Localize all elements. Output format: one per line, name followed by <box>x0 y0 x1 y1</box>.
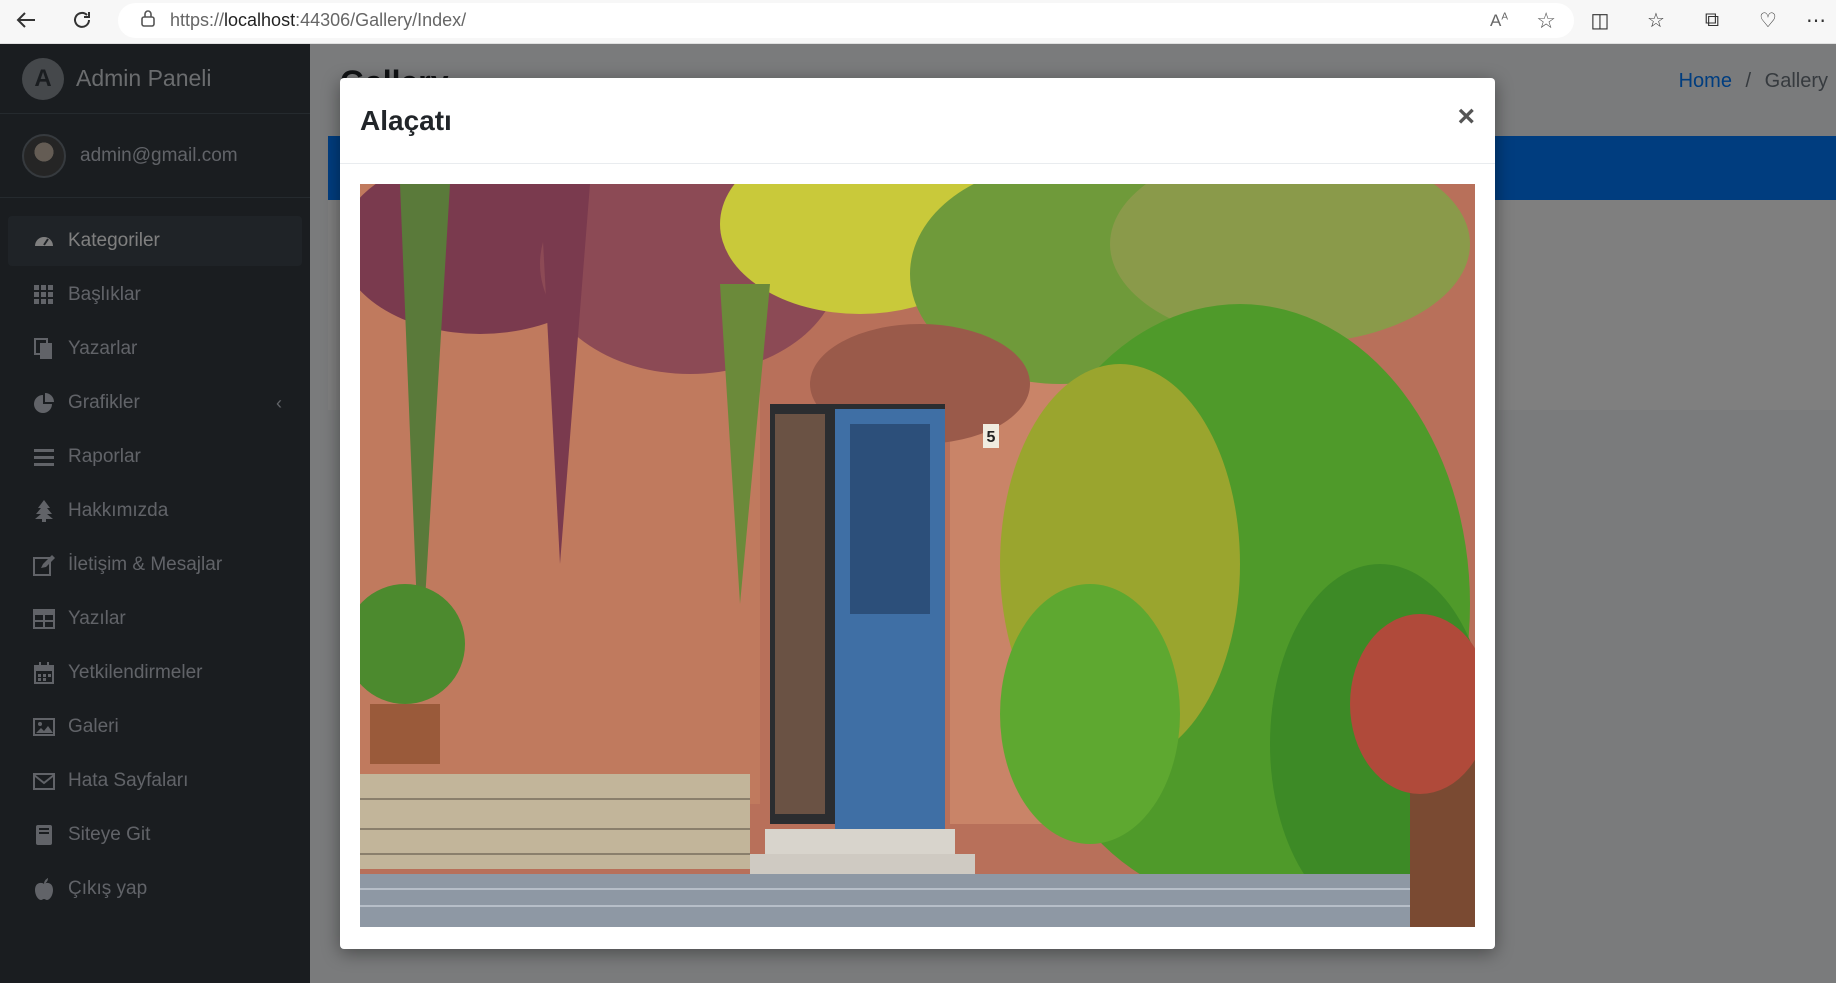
refresh-icon[interactable] <box>62 0 102 40</box>
gallery-photo: 5 <box>360 184 1475 927</box>
favorites-icon[interactable]: ☆ <box>1628 8 1684 33</box>
back-icon[interactable] <box>6 0 46 40</box>
image-modal: Alaçatı × 5 <box>340 78 1495 949</box>
split-screen-icon[interactable]: ◫ <box>1572 8 1628 33</box>
modal-title: Alaçatı <box>360 104 452 136</box>
read-aloud-icon[interactable]: AA <box>1490 11 1508 31</box>
browser-toolbar: https://localhost:44306/Gallery/Index/ A… <box>0 0 1836 44</box>
collections-icon[interactable]: ⧉ <box>1684 9 1740 32</box>
browser-essentials-icon[interactable]: ♡ <box>1740 8 1796 33</box>
address-bar[interactable]: https://localhost:44306/Gallery/Index/ A… <box>118 3 1574 38</box>
url-text: https://localhost:44306/Gallery/Index/ <box>170 10 467 30</box>
modal-header: Alaçatı × <box>340 78 1495 164</box>
lock-icon <box>140 9 156 32</box>
favorite-star-icon[interactable]: ☆ <box>1536 8 1556 34</box>
more-menu-icon[interactable]: ⋯ <box>1796 8 1836 33</box>
close-button[interactable]: × <box>1457 100 1475 134</box>
house-number: 5 <box>987 429 996 446</box>
